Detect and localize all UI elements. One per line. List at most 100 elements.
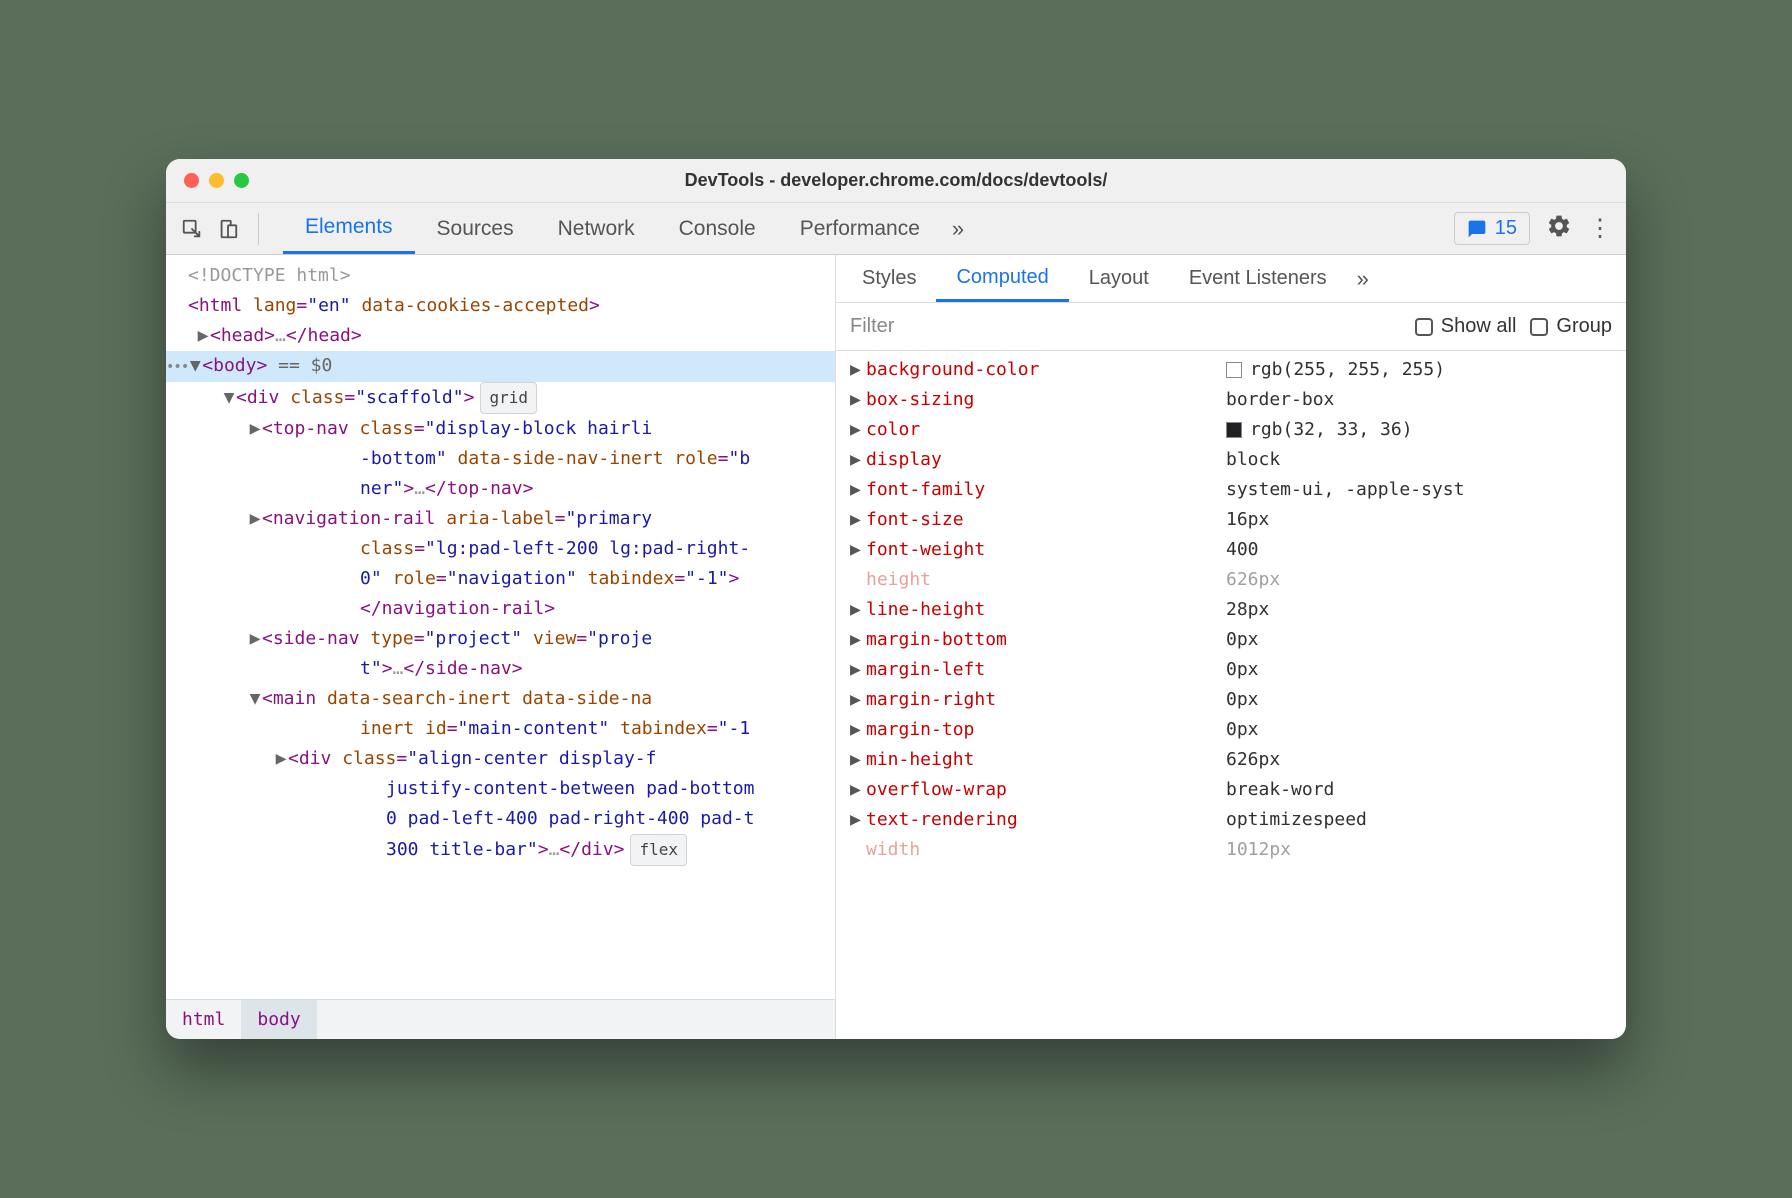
caret-icon[interactable]: ▶: [850, 805, 866, 835]
caret-icon[interactable]: ▶: [850, 655, 866, 685]
caret-icon[interactable]: ▶: [850, 475, 866, 505]
elements-panel: <!DOCTYPE html> <html lang="en" data-coo…: [166, 255, 836, 1039]
property-name: height: [866, 565, 1226, 595]
property-value: 16px: [1226, 505, 1269, 535]
selected-node[interactable]: •••▼<body> == $0: [166, 351, 835, 382]
tab-console[interactable]: Console: [657, 203, 778, 254]
breadcrumb-html[interactable]: html: [166, 1000, 241, 1039]
issues-button[interactable]: 15: [1454, 212, 1530, 245]
dom-tree[interactable]: <!DOCTYPE html> <html lang="en" data-coo…: [166, 255, 835, 999]
kebab-icon[interactable]: ⋮: [1588, 214, 1612, 243]
more-sidebar-tabs-icon[interactable]: »: [1347, 255, 1379, 302]
property-row[interactable]: ▶colorrgb(32, 33, 36): [836, 415, 1626, 445]
caret-icon[interactable]: ▶: [850, 625, 866, 655]
color-swatch-icon: [1226, 362, 1242, 378]
property-row[interactable]: ▶margin-right0px: [836, 685, 1626, 715]
caret-icon[interactable]: ▶: [850, 445, 866, 475]
breadcrumb-body[interactable]: body: [241, 1000, 316, 1039]
breadcrumb: html body: [166, 999, 835, 1039]
caret-icon[interactable]: ▶: [850, 685, 866, 715]
property-name: display: [866, 445, 1226, 475]
property-row[interactable]: ▶font-weight400: [836, 535, 1626, 565]
caret-icon[interactable]: ▶: [248, 504, 262, 534]
property-value: 400: [1226, 535, 1259, 565]
property-row[interactable]: ▶background-colorrgb(255, 255, 255): [836, 355, 1626, 385]
property-value: 28px: [1226, 595, 1269, 625]
caret-icon[interactable]: ▼: [188, 351, 202, 381]
tab-performance[interactable]: Performance: [778, 203, 942, 254]
property-name: text-rendering: [866, 805, 1226, 835]
property-name: box-sizing: [866, 385, 1226, 415]
caret-icon[interactable]: ▶: [850, 415, 866, 445]
property-row[interactable]: ▶font-size16px: [836, 505, 1626, 535]
property-value: 0px: [1226, 685, 1259, 715]
caret-icon[interactable]: ▶: [248, 624, 262, 654]
flex-badge[interactable]: flex: [630, 834, 687, 866]
property-row[interactable]: ▶box-sizingborder-box: [836, 385, 1626, 415]
caret-icon[interactable]: ▶: [850, 715, 866, 745]
checkbox-icon: [1530, 318, 1548, 336]
property-row[interactable]: ▶text-renderingoptimizespeed: [836, 805, 1626, 835]
property-row[interactable]: ▶overflow-wrapbreak-word: [836, 775, 1626, 805]
inspect-icon[interactable]: [180, 217, 204, 241]
tab-network[interactable]: Network: [536, 203, 657, 254]
caret-icon[interactable]: ▶: [850, 535, 866, 565]
caret-icon[interactable]: ▶: [850, 385, 866, 415]
caret-icon[interactable]: ▶: [850, 505, 866, 535]
sidebar-panel: Styles Computed Layout Event Listeners »…: [836, 255, 1626, 1039]
device-toggle-icon[interactable]: [216, 217, 240, 241]
property-name: margin-left: [866, 655, 1226, 685]
property-row[interactable]: ▶font-familysystem-ui, -apple-syst: [836, 475, 1626, 505]
property-value: 0px: [1226, 715, 1259, 745]
property-name: width: [866, 835, 1226, 865]
property-row[interactable]: ▶margin-bottom0px: [836, 625, 1626, 655]
property-name: font-weight: [866, 535, 1226, 565]
caret-icon[interactable]: ▶: [850, 595, 866, 625]
property-row[interactable]: ▶margin-left0px: [836, 655, 1626, 685]
tab-computed[interactable]: Computed: [936, 255, 1068, 302]
property-name: line-height: [866, 595, 1226, 625]
tab-elements[interactable]: Elements: [283, 203, 415, 254]
property-row[interactable]: ▶line-height28px: [836, 595, 1626, 625]
tab-layout[interactable]: Layout: [1069, 255, 1169, 302]
tab-sources[interactable]: Sources: [415, 203, 536, 254]
caret-icon[interactable]: ▶: [196, 321, 210, 351]
show-all-checkbox[interactable]: Show all: [1415, 315, 1517, 338]
sidebar-tabs: Styles Computed Layout Event Listeners »: [836, 255, 1626, 303]
grid-badge[interactable]: grid: [480, 382, 537, 414]
filter-bar: Show all Group: [836, 303, 1626, 351]
tab-styles[interactable]: Styles: [842, 255, 936, 302]
filter-input[interactable]: [850, 315, 1401, 338]
caret-icon[interactable]: ▶: [850, 355, 866, 385]
property-row[interactable]: width1012px: [836, 835, 1626, 865]
computed-properties: ▶background-colorrgb(255, 255, 255)▶box-…: [836, 351, 1626, 1039]
property-row[interactable]: ▶margin-top0px: [836, 715, 1626, 745]
separator: [258, 213, 259, 245]
property-name: margin-bottom: [866, 625, 1226, 655]
caret-icon[interactable]: [850, 835, 866, 865]
property-value: border-box: [1226, 385, 1334, 415]
property-row[interactable]: ▶displayblock: [836, 445, 1626, 475]
caret-icon[interactable]: ▼: [248, 684, 262, 714]
gear-icon[interactable]: [1546, 213, 1572, 244]
property-value: 0px: [1226, 655, 1259, 685]
property-row[interactable]: height626px: [836, 565, 1626, 595]
tab-event-listeners[interactable]: Event Listeners: [1169, 255, 1347, 302]
property-row[interactable]: ▶min-height626px: [836, 745, 1626, 775]
checkbox-icon: [1415, 318, 1433, 336]
caret-icon[interactable]: ▶: [850, 775, 866, 805]
devtools-window: DevTools - developer.chrome.com/docs/dev…: [166, 159, 1626, 1039]
more-tabs-icon[interactable]: »: [942, 203, 974, 254]
panel-tabs: Elements Sources Network Console Perform…: [283, 203, 1442, 254]
property-value: 626px: [1226, 565, 1280, 595]
property-value: break-word: [1226, 775, 1334, 805]
caret-icon[interactable]: ▶: [850, 745, 866, 775]
caret-icon[interactable]: [850, 565, 866, 595]
caret-icon[interactable]: ▶: [248, 414, 262, 444]
property-value: block: [1226, 445, 1280, 475]
group-checkbox[interactable]: Group: [1530, 315, 1612, 338]
doctype: <!DOCTYPE html>: [188, 265, 351, 286]
property-name: min-height: [866, 745, 1226, 775]
caret-icon[interactable]: ▶: [274, 744, 288, 774]
caret-icon[interactable]: ▼: [222, 383, 236, 413]
